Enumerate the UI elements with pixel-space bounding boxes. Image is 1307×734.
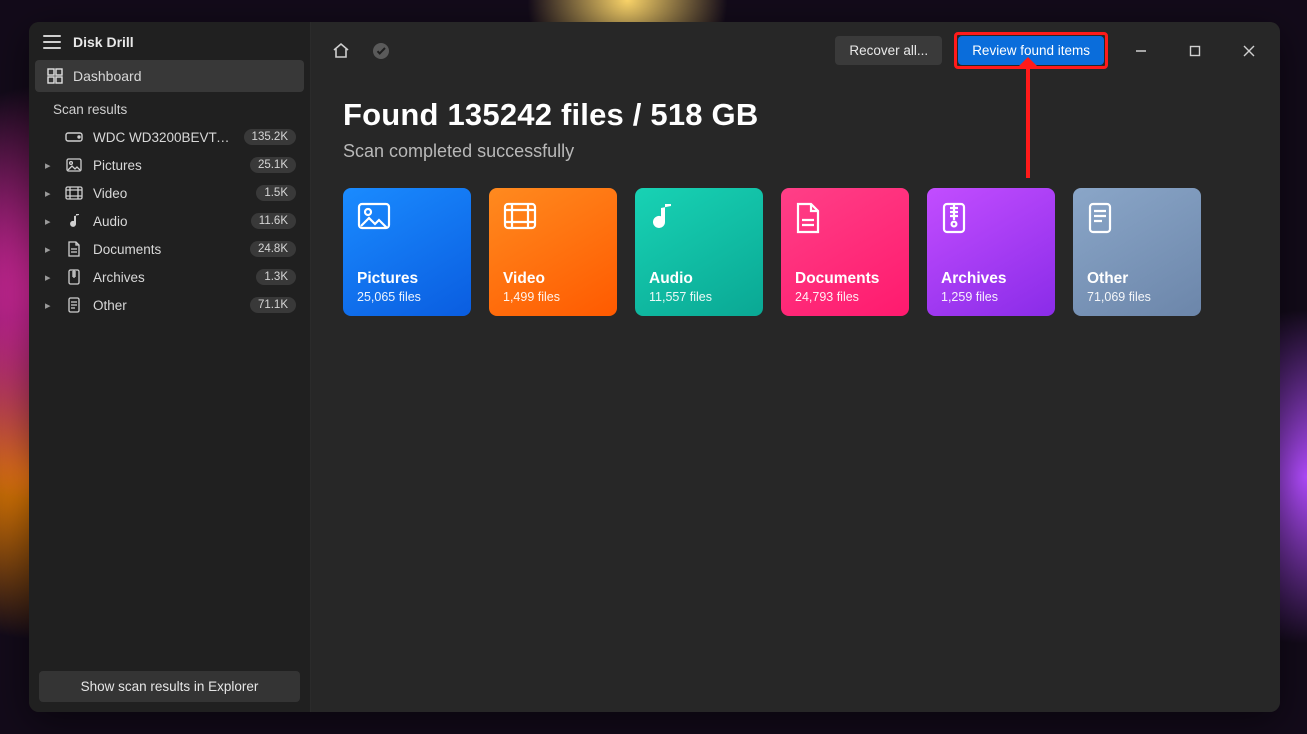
found-headline: Found 135242 files / 518 GB: [343, 97, 1248, 133]
chevron-right-icon: ▸: [45, 159, 55, 172]
topbar: Recover all... Review found items: [311, 22, 1280, 79]
sidebar-item-label: Audio: [93, 214, 241, 229]
card-count: 71,069 files: [1087, 290, 1187, 304]
card-title: Video: [503, 270, 603, 288]
card-title: Documents: [795, 270, 895, 288]
menu-icon[interactable]: [43, 35, 61, 49]
sidebar-item-label: Documents: [93, 242, 240, 257]
show-in-explorer-button[interactable]: Show scan results in Explorer: [39, 671, 300, 702]
other-icon: [1087, 202, 1187, 242]
window-minimize-button[interactable]: [1120, 36, 1162, 66]
sidebar: Disk Drill Dashboard Scan results ▸ W: [29, 22, 311, 712]
drive-icon: [65, 130, 83, 144]
count-badge: 1.5K: [256, 185, 296, 201]
sidebar-item-archives[interactable]: ▸ Archives 1.3K: [35, 263, 304, 291]
summary-headline: Found 135242 files / 518 GB: [311, 79, 1280, 139]
content-area: Recover all... Review found items Found …: [311, 22, 1280, 712]
sidebar-item-audio[interactable]: ▸ Audio 11.6K: [35, 207, 304, 235]
count-badge: 25.1K: [250, 157, 296, 173]
review-found-items-button[interactable]: Review found items: [958, 36, 1104, 65]
card-archives[interactable]: Archives 1,259 files: [927, 188, 1055, 316]
card-count: 1,259 files: [941, 290, 1041, 304]
app-title: Disk Drill: [73, 34, 134, 50]
home-button[interactable]: [327, 37, 355, 65]
chevron-right-icon: ▸: [45, 299, 55, 312]
count-badge: 24.8K: [250, 241, 296, 257]
device-label: WDC WD3200BEVT-2...: [93, 130, 234, 145]
card-title: Archives: [941, 270, 1041, 288]
sidebar-item-label: Pictures: [93, 158, 240, 173]
annotation-highlight: Review found items: [954, 32, 1108, 69]
card-count: 24,793 files: [795, 290, 895, 304]
sidebar-item-dashboard[interactable]: Dashboard: [35, 60, 304, 92]
other-icon: [65, 297, 83, 313]
dashboard-icon: [47, 68, 63, 84]
count-badge: 1.3K: [256, 269, 296, 285]
card-other[interactable]: Other 71,069 files: [1073, 188, 1201, 316]
sidebar-item-label: Video: [93, 186, 246, 201]
card-count: 11,557 files: [649, 290, 749, 304]
category-cards: Pictures 25,065 files Video 1,499 files …: [311, 180, 1280, 324]
count-badge: 11.6K: [251, 213, 296, 229]
chevron-right-icon: ▸: [45, 187, 55, 200]
card-count: 25,065 files: [357, 290, 457, 304]
document-icon: [795, 202, 895, 242]
sidebar-item-label: Other: [93, 298, 240, 313]
chevron-right-icon: ▸: [45, 243, 55, 256]
video-icon: [503, 202, 603, 242]
sidebar-item-pictures[interactable]: ▸ Pictures 25.1K: [35, 151, 304, 179]
audio-icon: [649, 202, 749, 242]
sidebar-footer: Show scan results in Explorer: [29, 661, 310, 712]
sidebar-item-other[interactable]: ▸ Other 71.1K: [35, 291, 304, 319]
audio-icon: [65, 213, 83, 229]
verified-icon: [367, 37, 395, 65]
device-count-badge: 135.2K: [244, 129, 296, 145]
sidebar-device-row[interactable]: ▸ WDC WD3200BEVT-2... 135.2K: [35, 123, 304, 151]
app-window: Disk Drill Dashboard Scan results ▸ W: [29, 22, 1280, 712]
card-count: 1,499 files: [503, 290, 603, 304]
archive-icon: [65, 269, 83, 285]
sidebar-tree: ▸ WDC WD3200BEVT-2... 135.2K ▸ Pictures: [29, 123, 310, 661]
window-maximize-button[interactable]: [1174, 36, 1216, 66]
sidebar-item-label: Archives: [93, 270, 246, 285]
sidebar-item-video[interactable]: ▸ Video 1.5K: [35, 179, 304, 207]
sidebar-item-label: Dashboard: [73, 68, 142, 84]
picture-icon: [357, 202, 457, 242]
card-pictures[interactable]: Pictures 25,065 files: [343, 188, 471, 316]
sidebar-header: Disk Drill: [29, 22, 310, 60]
card-documents[interactable]: Documents 24,793 files: [781, 188, 909, 316]
summary-subline: Scan completed successfully: [311, 139, 1280, 180]
sidebar-section-label: Scan results: [29, 92, 310, 123]
card-title: Pictures: [357, 270, 457, 288]
archive-icon: [941, 202, 1041, 242]
card-audio[interactable]: Audio 11,557 files: [635, 188, 763, 316]
card-video[interactable]: Video 1,499 files: [489, 188, 617, 316]
window-close-button[interactable]: [1228, 36, 1270, 66]
document-icon: [65, 241, 83, 257]
card-title: Audio: [649, 270, 749, 288]
recover-all-button[interactable]: Recover all...: [835, 36, 942, 65]
chevron-right-icon: ▸: [45, 271, 55, 284]
picture-icon: [65, 158, 83, 172]
sidebar-item-documents[interactable]: ▸ Documents 24.8K: [35, 235, 304, 263]
count-badge: 71.1K: [250, 297, 296, 313]
card-title: Other: [1087, 270, 1187, 288]
chevron-right-icon: ▸: [45, 215, 55, 228]
video-icon: [65, 186, 83, 200]
